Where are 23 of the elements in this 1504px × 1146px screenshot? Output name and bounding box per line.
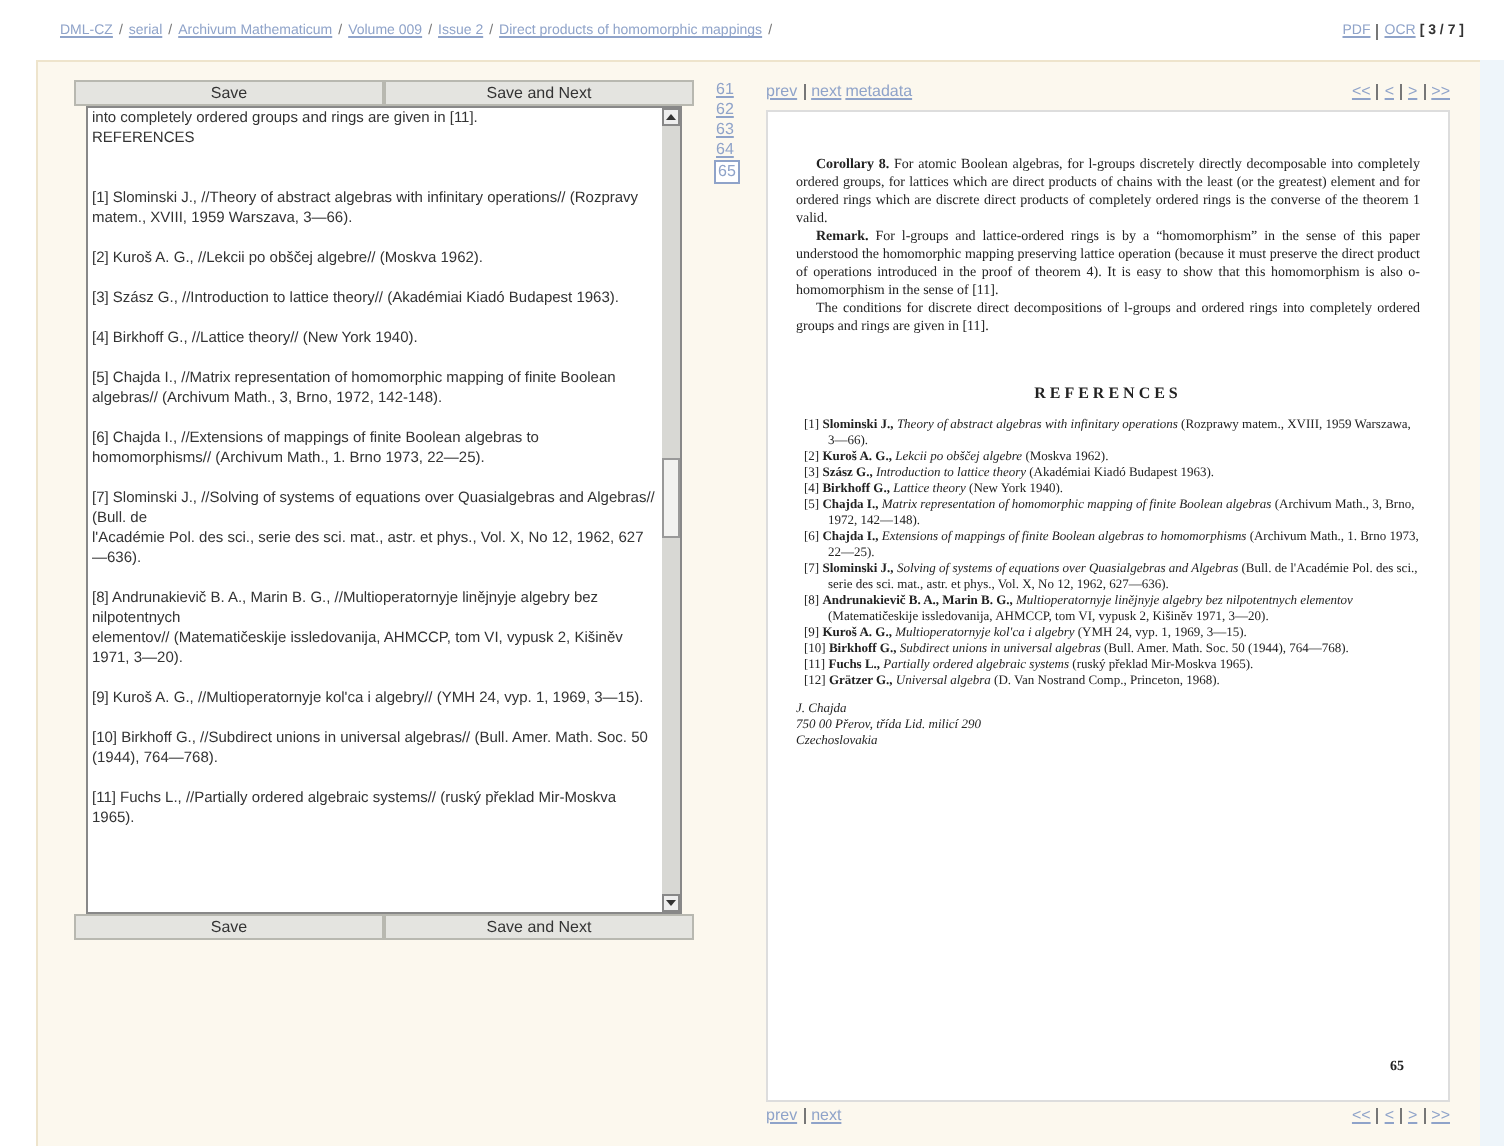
page-nav-link[interactable]: >> (1431, 1104, 1450, 1128)
page-nav-link[interactable]: < (1384, 80, 1394, 104)
page-nav-link[interactable]: << (1351, 1104, 1371, 1128)
page-nav-link[interactable]: > (1407, 1104, 1418, 1128)
metadata-link[interactable]: metadata (845, 80, 913, 104)
page-thumbnail-link[interactable]: 63 (714, 120, 736, 140)
page-thumbnail-link[interactable]: 64 (714, 140, 736, 160)
next-link[interactable]: next (811, 1104, 842, 1128)
page-nav-link[interactable]: < (1384, 1104, 1394, 1128)
references-heading: REFERENCES (1032, 384, 1184, 402)
page-nav-link[interactable]: << (1351, 80, 1371, 104)
save-and-next-button[interactable]: Save and Next (384, 80, 694, 106)
page-thumbnail-link[interactable]: 62 (714, 100, 736, 120)
save-button[interactable]: Save (74, 80, 384, 106)
page-thumbnail-link[interactable]: 65 (714, 160, 740, 184)
prev-link[interactable]: prev (766, 80, 798, 104)
prev-link[interactable]: prev (766, 1104, 798, 1128)
save-button[interactable]: Save (74, 914, 384, 940)
next-link[interactable]: next (811, 80, 842, 104)
page-nav-link[interactable]: >> (1431, 80, 1450, 104)
page-thumbnail-link[interactable]: 61 (714, 80, 736, 100)
save-and-next-button[interactable]: Save and Next (384, 914, 694, 940)
page-nav-link[interactable]: > (1407, 80, 1418, 104)
